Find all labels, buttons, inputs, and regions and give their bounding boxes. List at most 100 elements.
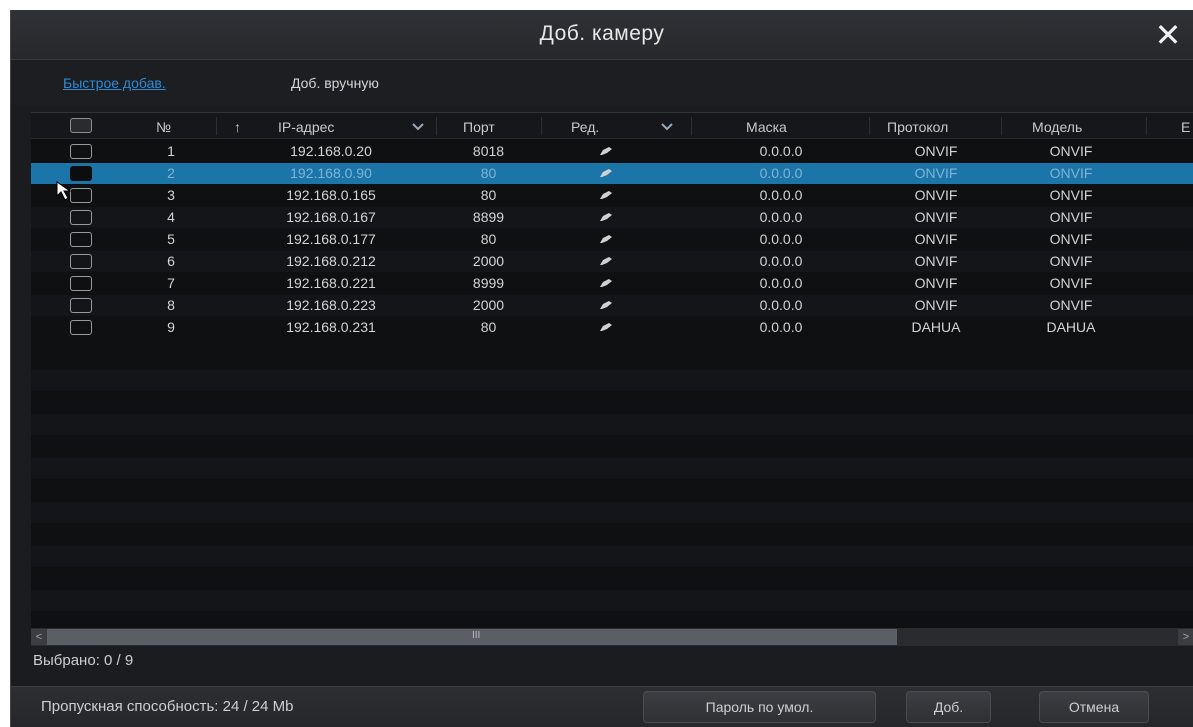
scrollbar-grip: III [472, 630, 481, 641]
cell-protocol: ONVIF [914, 209, 958, 225]
header-port[interactable]: Порт [463, 119, 495, 135]
table-row[interactable]: 9 192.168.0.231 80 0.0.0.0 DAHUA DAHUA [31, 317, 1193, 338]
table-row[interactable]: 2 192.168.0.90 80 0.0.0.0 ONVIF ONVIF [31, 163, 1193, 184]
column-divider [1146, 117, 1147, 135]
header-ip[interactable]: IP-адрес [278, 119, 334, 135]
select-all-checkbox[interactable] [70, 118, 92, 133]
cell-mask: 0.0.0.0 [759, 275, 803, 291]
cell-num: 3 [167, 187, 175, 203]
chevron-down-icon[interactable] [412, 123, 424, 131]
cell-mask: 0.0.0.0 [759, 187, 803, 203]
dialog-title: Доб. камеру [539, 22, 665, 45]
column-divider [216, 117, 217, 135]
scroll-left-button[interactable]: < [31, 629, 47, 645]
cell-ip: 192.168.0.165 [286, 187, 376, 203]
empty-row [31, 568, 1193, 589]
header-num[interactable]: № [156, 119, 171, 135]
cell-num: 8 [167, 297, 175, 313]
mouse-cursor-icon [56, 181, 72, 201]
cell-model: ONVIF [1049, 187, 1093, 203]
header-truncated[interactable]: Е [1181, 119, 1190, 135]
empty-row [31, 590, 1193, 611]
cell-protocol: ONVIF [914, 143, 958, 159]
cell-ip: 192.168.0.221 [286, 275, 376, 291]
cell-ip: 192.168.0.177 [286, 231, 376, 247]
table-row[interactable]: 6 192.168.0.212 2000 0.0.0.0 ONVIF ONVIF [31, 251, 1193, 272]
cell-model: ONVIF [1049, 275, 1093, 291]
cell-mask: 0.0.0.0 [759, 165, 803, 181]
sort-arrow-icon[interactable]: ↑ [234, 119, 241, 135]
edit-pencil-icon[interactable] [599, 212, 613, 222]
table-row[interactable]: 1 192.168.0.20 8018 0.0.0.0 ONVIF ONVIF [31, 141, 1193, 162]
row-checkbox[interactable] [70, 254, 92, 269]
header-edit[interactable]: Ред. [571, 119, 599, 135]
scroll-right-button[interactable]: > [1178, 629, 1193, 645]
row-checkbox[interactable] [70, 210, 92, 225]
row-checkbox[interactable] [70, 232, 92, 247]
cell-port: 80 [480, 165, 497, 181]
horizontal-scrollbar[interactable]: < III > [31, 628, 1193, 646]
edit-pencil-icon[interactable] [599, 300, 613, 310]
row-checkbox[interactable] [70, 298, 92, 313]
empty-row [31, 502, 1193, 523]
cell-mask: 0.0.0.0 [759, 231, 803, 247]
close-button[interactable]: ✕ [1151, 18, 1185, 52]
empty-row [31, 480, 1193, 501]
cell-protocol: ONVIF [914, 297, 958, 313]
row-checkbox[interactable] [70, 166, 92, 181]
add-camera-dialog: Доб. камеру ✕ Быстрое добав. Доб. вручну… [10, 10, 1193, 727]
cell-port: 8999 [472, 275, 505, 291]
column-divider [691, 117, 692, 135]
row-checkbox[interactable] [70, 320, 92, 335]
empty-row [31, 348, 1193, 369]
cell-ip: 192.168.0.167 [286, 209, 376, 225]
cell-mask: 0.0.0.0 [759, 209, 803, 225]
edit-pencil-icon[interactable] [599, 146, 613, 156]
cell-num: 9 [167, 319, 175, 335]
cell-num: 1 [167, 143, 175, 159]
cell-protocol: DAHUA [911, 319, 961, 335]
row-checkbox[interactable] [70, 276, 92, 291]
empty-row [31, 392, 1193, 413]
edit-pencil-icon[interactable] [599, 190, 613, 200]
edit-pencil-icon[interactable] [599, 278, 613, 288]
table-row[interactable]: 5 192.168.0.177 80 0.0.0.0 ONVIF ONVIF [31, 229, 1193, 250]
table-row[interactable]: 3 192.168.0.165 80 0.0.0.0 ONVIF ONVIF [31, 185, 1193, 206]
column-divider [436, 117, 437, 135]
table-row[interactable]: 7 192.168.0.221 8999 0.0.0.0 ONVIF ONVIF [31, 273, 1193, 294]
tab-manual-add[interactable]: Доб. вручную [291, 75, 379, 91]
edit-pencil-icon[interactable] [599, 256, 613, 266]
cell-num: 6 [167, 253, 175, 269]
title-bar: Доб. камеру ✕ [11, 10, 1193, 60]
table-row[interactable]: 8 192.168.0.223 2000 0.0.0.0 ONVIF ONVIF [31, 295, 1193, 316]
table-row[interactable]: 4 192.168.0.167 8899 0.0.0.0 ONVIF ONVIF [31, 207, 1193, 228]
edit-pencil-icon[interactable] [599, 234, 613, 244]
cell-protocol: ONVIF [914, 165, 958, 181]
cell-model: ONVIF [1049, 143, 1093, 159]
header-model[interactable]: Модель [1032, 119, 1082, 135]
edit-pencil-icon[interactable] [599, 168, 613, 178]
row-checkbox[interactable] [70, 144, 92, 159]
cell-ip: 192.168.0.231 [286, 319, 376, 335]
header-protocol[interactable]: Протокол [887, 119, 948, 135]
tab-quick-add[interactable]: Быстрое добав. [63, 75, 166, 91]
footer-bar: Пропускная способность: 24 / 24 Mb Парол… [11, 686, 1193, 727]
cell-model: ONVIF [1049, 209, 1093, 225]
cancel-button[interactable]: Отмена [1039, 691, 1149, 723]
selected-count: Выбрано: 0 / 9 [33, 652, 134, 669]
edit-pencil-icon[interactable] [599, 322, 613, 332]
table-header: № ↑ IP-адрес Порт Ред. Маска Протокол Мо… [31, 113, 1193, 139]
column-divider [541, 117, 542, 135]
cell-protocol: ONVIF [914, 231, 958, 247]
cell-ip: 192.168.0.90 [290, 165, 372, 181]
default-password-button[interactable]: Пароль по умол. [643, 691, 876, 723]
cell-num: 2 [167, 165, 175, 181]
header-mask[interactable]: Маска [746, 119, 787, 135]
cell-port: 8018 [472, 143, 505, 159]
empty-row [31, 546, 1193, 567]
empty-row [31, 524, 1193, 545]
cell-ip: 192.168.0.223 [286, 297, 376, 313]
chevron-down-icon[interactable] [661, 123, 673, 131]
add-button[interactable]: Доб. [906, 691, 991, 723]
cell-mask: 0.0.0.0 [759, 143, 803, 159]
